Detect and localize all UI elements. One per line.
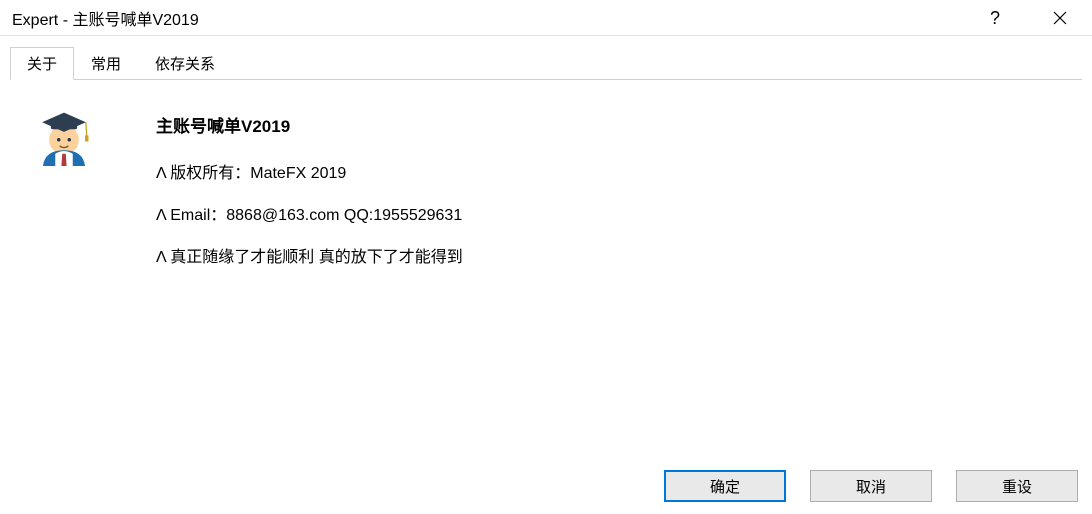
content-area: 主账号喊单V2019 Λ 版权所有：MateFX 2019 Λ Email：88… (0, 80, 1092, 299)
contact-line: Λ Email：8868@163.com QQ:1955529631 (156, 201, 1078, 225)
close-button[interactable] (1040, 2, 1080, 34)
motto-line: Λ 真正随缘了才能顺利 真的放下了才能得到 (156, 243, 1078, 267)
help-button[interactable]: ? (976, 2, 1016, 34)
footer-buttons: 确定 取消 重设 (0, 460, 1092, 514)
tab-dependencies[interactable]: 依存关系 (138, 47, 232, 80)
svg-text:?: ? (990, 9, 1000, 27)
window-controls: ? (976, 2, 1080, 34)
tab-about[interactable]: 关于 (10, 47, 74, 80)
ok-button[interactable]: 确定 (664, 470, 786, 502)
reset-button[interactable]: 重设 (956, 470, 1078, 502)
copyright-line: Λ 版权所有：MateFX 2019 (156, 159, 1078, 183)
cancel-button[interactable]: 取消 (810, 470, 932, 502)
tabs: 关于 常用 依存关系 (10, 46, 1082, 80)
expert-icon (36, 110, 92, 166)
product-title: 主账号喊单V2019 (156, 112, 1078, 137)
tabs-container: 关于 常用 依存关系 (0, 36, 1092, 80)
titlebar: Expert - 主账号喊单V2019 ? (0, 0, 1092, 36)
product-icon-box (36, 110, 156, 285)
tab-common[interactable]: 常用 (74, 47, 138, 80)
window-title: Expert - 主账号喊单V2019 (12, 6, 976, 30)
info-section: 主账号喊单V2019 Λ 版权所有：MateFX 2019 Λ Email：88… (156, 110, 1078, 285)
